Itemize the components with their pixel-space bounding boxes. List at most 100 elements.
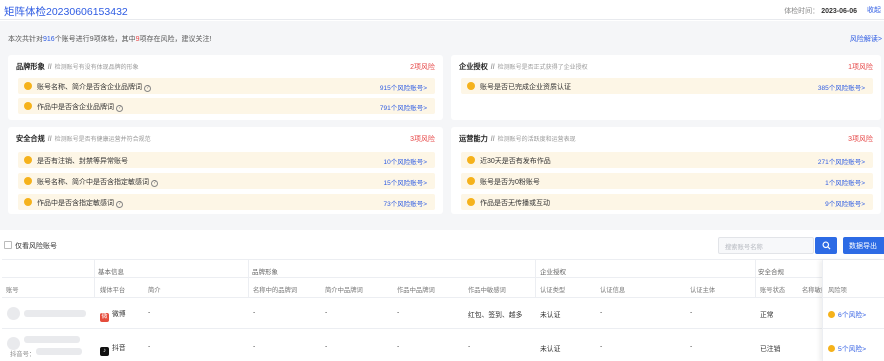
column-header-name-brand: 名称中的品牌词 xyxy=(253,287,298,294)
column-header-platform: 媒体平台 xyxy=(100,287,126,294)
divider xyxy=(823,328,884,329)
risk-accounts-link[interactable]: 15个风险账号> xyxy=(383,177,427,187)
platform-cell: ♪ 抖音 xyxy=(100,342,126,356)
account-id-label: 抖音号： xyxy=(10,351,36,358)
risk-row-text: 账号名称、简介中是否含指定敏感词 xyxy=(37,179,149,186)
risk-accounts-link[interactable]: 10个风险账号> xyxy=(383,156,427,166)
risk-row: 作品中是否含指定敏感词? 73个风险账号> xyxy=(18,194,435,210)
card-desc: 检测账号是否正式获得了企业授权 xyxy=(497,65,588,71)
card-header: 安全合规//检测账号是否有健康运营并符合规范 3项风险 xyxy=(16,134,435,146)
summary-mid1: 个账号进行 xyxy=(54,36,90,43)
risk-row: 账号是否为0粉账号 1个风险账号> xyxy=(461,173,873,189)
status-cell: 正常 xyxy=(760,312,774,319)
warning-dot-icon xyxy=(828,345,835,352)
risk-row: 作品中是否含企业品牌词? 791个风险账号> xyxy=(18,98,435,114)
page-title: 矩阵体检20230606153432 xyxy=(4,6,128,18)
search-input[interactable]: 搜索账号名称 xyxy=(718,237,814,254)
only-risk-checkbox[interactable] xyxy=(4,241,12,249)
name-brand-cell: - xyxy=(253,309,256,316)
column-header-risk: 风险项 xyxy=(828,287,847,294)
column-header-intro: 简介 xyxy=(148,287,161,294)
risk-row: 近30天是否有发布作品 271个风险账号> xyxy=(461,152,873,168)
risk-row-text: 近30天是否有发布作品 xyxy=(480,158,551,165)
checkup-time: 体检时间： 2023-06-06 xyxy=(784,6,857,16)
warning-dot-icon xyxy=(467,82,475,90)
risk-row-text: 账号是否为0粉账号 xyxy=(480,179,540,186)
risk-cell[interactable]: 5个风险> xyxy=(828,343,866,353)
platform-name: 抖音 xyxy=(112,345,126,352)
risk-row-text: 作品中是否含企业品牌词 xyxy=(37,104,114,111)
auth-info-cell: - xyxy=(600,343,603,350)
card-header: 品牌形象//检测账号有没有体现品牌的形象 2项风险 xyxy=(16,62,435,74)
card-operation-ability: 运营能力//检测账号的活跃度和运营表现 3项风险 近30天是否有发布作品 271… xyxy=(451,127,881,214)
intro-cell: - xyxy=(148,343,151,350)
risk-explain-link[interactable]: 风险解读> xyxy=(850,34,882,44)
card-brand-image: 品牌形象//检测账号有没有体现品牌的形象 2项风险 账号名称、简介是否含企业品牌… xyxy=(8,55,443,120)
divider xyxy=(535,260,536,297)
warning-dot-icon xyxy=(467,156,475,164)
card-title: 企业授权 xyxy=(459,62,488,71)
risk-link[interactable]: 5个风险> xyxy=(838,346,866,353)
work-sensitive-cell: 红包、签到、越多 xyxy=(468,312,523,319)
card-desc: 检测账号的活跃度和运营表现 xyxy=(497,137,576,143)
risk-row-label: 作品中是否含指定敏感词? xyxy=(37,198,123,208)
risk-accounts-link[interactable]: 915个风险账号> xyxy=(380,82,427,92)
risk-accounts-link[interactable]: 1个风险账号> xyxy=(825,177,865,187)
divider xyxy=(248,260,249,297)
help-icon[interactable]: ? xyxy=(116,201,123,208)
column-header-work-sensitive: 作品中敏感词 xyxy=(468,287,506,294)
risk-accounts-link[interactable]: 9个风险账号> xyxy=(825,198,865,208)
help-icon[interactable]: ? xyxy=(151,180,158,187)
risk-accounts-link[interactable]: 385个风险账号> xyxy=(818,82,865,92)
warning-dot-icon xyxy=(24,156,32,164)
summary-text: 本次共针对916个账号进行9项体检，其中9项存在风险，建议关注! xyxy=(8,34,211,44)
warning-dot-icon xyxy=(24,82,32,90)
risk-accounts-link[interactable]: 791个风险账号> xyxy=(380,102,427,112)
help-icon[interactable]: ? xyxy=(144,85,151,92)
risk-link[interactable]: 6个风险> xyxy=(838,312,866,319)
warning-dot-icon xyxy=(467,177,475,185)
account-name-blurred xyxy=(24,310,86,317)
column-header-status: 账号状态 xyxy=(760,287,786,294)
group-header-safety: 安全合规 xyxy=(755,260,822,278)
help-icon[interactable]: ? xyxy=(116,105,123,112)
column-header-account: 账号 xyxy=(6,287,19,294)
auth-info-cell: - xyxy=(600,309,603,316)
export-button[interactable]: 数据导出 xyxy=(843,237,884,254)
card-risk-count: 3项风险 xyxy=(410,136,435,143)
summary-mid2: 项体检，其中 xyxy=(93,36,136,43)
card-safety-compliance: 安全合规//检测账号是否有健康运营并符合规范 3项风险 是否有注销、封禁等异常账… xyxy=(8,127,443,214)
warning-dot-icon xyxy=(467,198,475,206)
warning-dot-icon xyxy=(828,311,835,318)
account-id-blurred xyxy=(36,348,82,355)
card-title: 品牌形象 xyxy=(16,62,45,71)
column-header-auth-info: 认证信息 xyxy=(600,287,626,294)
group-header-label: 品牌形象 xyxy=(252,269,278,276)
card-title: 运营能力 xyxy=(459,134,488,143)
risk-accounts-link[interactable]: 271个风险账号> xyxy=(818,156,865,166)
work-brand-cell: - xyxy=(397,343,400,350)
collapse-link[interactable]: 收起 xyxy=(867,5,881,15)
card-risk-count: 1项风险 xyxy=(848,64,873,71)
column-header-intro-brand: 简介中品牌词 xyxy=(325,287,363,294)
card-desc: 检测账号是否有健康运营并符合规范 xyxy=(54,137,151,143)
divider xyxy=(94,260,95,297)
risk-accounts-link[interactable]: 73个风险账号> xyxy=(383,198,427,208)
search-button[interactable] xyxy=(815,237,837,254)
divider xyxy=(823,297,884,298)
risk-cell[interactable]: 6个风险> xyxy=(828,309,866,319)
fixed-risk-column: 风险项 6个风险> 5个风险> xyxy=(822,260,884,361)
account-name-blurred xyxy=(24,336,80,343)
card-header: 运营能力//检测账号的活跃度和运营表现 3项风险 xyxy=(459,134,873,146)
divider xyxy=(755,260,756,297)
group-header-basic: 基本信息 xyxy=(2,260,252,278)
only-risk-checkbox-label[interactable]: 仅看风险账号 xyxy=(15,241,57,251)
intro-brand-cell: - xyxy=(325,343,328,350)
status-cell: 已注销 xyxy=(760,346,781,353)
group-header-label: 基本信息 xyxy=(98,269,124,276)
weibo-icon: 微 xyxy=(100,313,109,322)
divider xyxy=(2,297,884,298)
card-enterprise-auth: 企业授权//检测账号是否正式获得了企业授权 1项风险 账号是否已完成企业资质认证… xyxy=(451,55,881,120)
accounts-table: 基本信息 品牌形象 企业授权 安全合规 账号 媒体平台 简介 名称中的品牌词 简… xyxy=(2,259,884,361)
auth-subject-cell: - xyxy=(690,309,693,316)
